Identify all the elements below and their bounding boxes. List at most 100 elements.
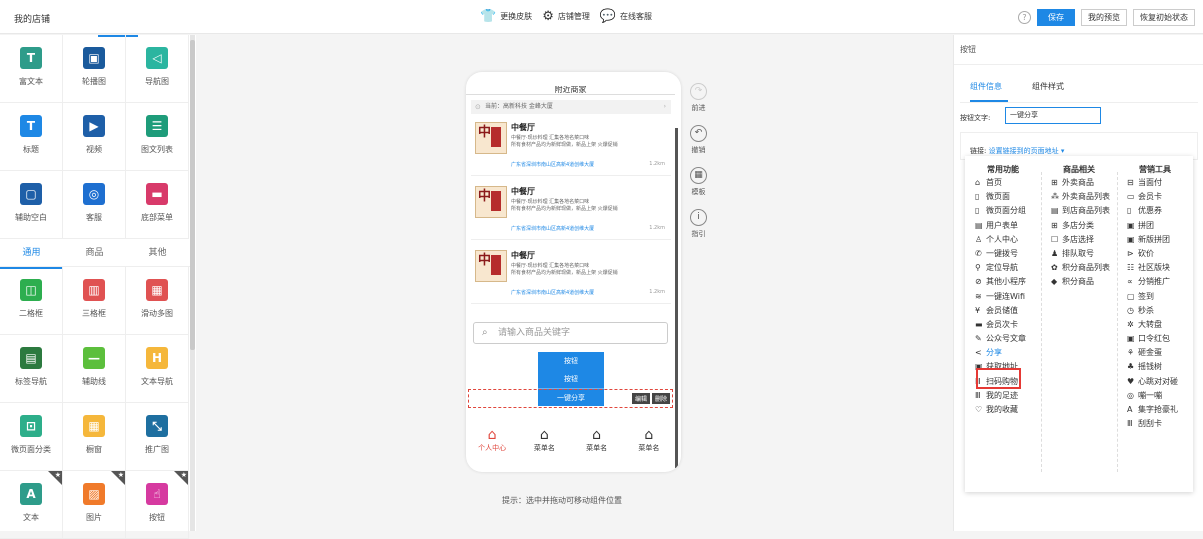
menu-item[interactable]: ♡ 我的收藏 (965, 404, 1041, 418)
component-tile-general-2[interactable]: ▦ 滑动多图 (126, 267, 189, 335)
online-service-button[interactable]: 💬 在线客服 (600, 9, 652, 24)
store-list-item[interactable]: 中 中餐厅 中餐厅·现炒料理 汇集各地名菜口味 所有食材产品均为新鲜现做，新品上架 火… (471, 244, 671, 304)
menu-item[interactable]: ▣ 新版拼团 (1117, 234, 1193, 248)
menu-item[interactable]: ▯ 微页面分组 (965, 205, 1041, 219)
menu-item[interactable]: ✲ 大转盘 (1117, 319, 1193, 333)
menu-item[interactable]: ∝ 分销推广 (1117, 276, 1193, 290)
menu-item[interactable]: ♣ 摇钱树 (1117, 361, 1193, 375)
menu-item[interactable]: ▤ 用户表单 (965, 220, 1041, 234)
menu-item[interactable]: ⌂ 首页 (965, 177, 1041, 191)
menu-item[interactable]: ⊞ 外卖商品 (1041, 177, 1117, 191)
phone-scrollbar[interactable] (675, 128, 678, 468)
menu-item[interactable]: ▢ 签到 (1117, 291, 1193, 305)
menu-item[interactable]: ▣ 口令红包 (1117, 333, 1193, 347)
phone-button-1[interactable]: 按钮 (538, 352, 604, 370)
edit-button[interactable]: 编辑 (631, 393, 650, 404)
menu-item[interactable]: ✆ 一键拨号 (965, 248, 1041, 262)
component-tile-basic-4[interactable]: ▶ 视频 (63, 103, 126, 171)
undo-button[interactable]: ↶ 撤销 (690, 125, 707, 155)
menu-item[interactable]: ♥ 心跳对对碰 (1117, 376, 1193, 390)
component-tile-general-3[interactable]: ▤ 标签导航 (0, 335, 63, 403)
menu-item[interactable]: Ⅲ 刮刮卡 (1117, 418, 1193, 432)
menu-item[interactable]: ⊘ 其他小程序 (965, 276, 1041, 290)
location-bar[interactable]: ⊙ 当前：高新科技 金峰大厦 › (471, 100, 671, 114)
component-tile-basic-1[interactable]: ▣ 轮播图 (63, 35, 126, 103)
component-tile-basic-0[interactable]: T 富文本 (0, 35, 63, 103)
reset-button[interactable]: 恢复初始状态 (1133, 9, 1195, 26)
phone-tab-1[interactable]: ⌂ 菜单名 (524, 427, 564, 457)
menu-item[interactable]: A 集字抢豪礼 (1117, 404, 1193, 418)
menu-item-label: 会员储值 (986, 305, 1018, 315)
phone-button-2[interactable]: 按钮 (538, 370, 604, 388)
component-tile-general-0[interactable]: ◫ 二格框 (0, 267, 63, 335)
component-tile-general-10[interactable]: ▨ 图片 ★ (63, 471, 126, 539)
delete-button[interactable]: 删除 (651, 393, 670, 404)
left-scrollbar[interactable] (190, 35, 195, 531)
template-button[interactable]: ▦ 模板 (690, 167, 707, 197)
menu-item[interactable]: Ⅲ 我的足迹 (965, 390, 1041, 404)
selected-component-outline[interactable]: 编辑 删除 (468, 389, 673, 408)
menu-item[interactable]: ◆ 积分商品 (1041, 276, 1117, 290)
menu-item[interactable]: ⁂ 外卖商品列表 (1041, 191, 1117, 205)
menu-item[interactable]: ⊳ 砍价 (1117, 248, 1193, 262)
menu-item[interactable]: < 分享 (965, 347, 1041, 361)
preview-button[interactable]: 我的预览 (1081, 9, 1127, 26)
save-button[interactable]: 保存 (1037, 9, 1075, 26)
component-tile-general-5[interactable]: H 文本导航 (126, 335, 189, 403)
tab-component-info[interactable]: 组件信息 (970, 81, 1008, 102)
menu-item[interactable]: ☐ 多店选择 (1041, 234, 1117, 248)
store-manage-button[interactable]: ⚙ 店铺管理 (542, 9, 590, 24)
component-tile-general-9[interactable]: A 文本 ★ (0, 471, 63, 539)
menu-item[interactable]: ▤ 到店商品列表 (1041, 205, 1117, 219)
redo-button[interactable]: ↷ 前进 (690, 83, 707, 113)
store-list-item[interactable]: 中 中餐厅 中餐厅·现炒料理 汇集各地名菜口味 所有食材产品均为新鲜现做，新品上架 火… (471, 180, 671, 240)
component-tile-basic-8[interactable]: ▬ 底部菜单 (126, 171, 189, 239)
link-select[interactable]: 设置链接到的页面地址 ▾ (989, 147, 1065, 155)
menu-item[interactable]: ⊟ 当面付 (1117, 177, 1193, 191)
component-tile-basic-7[interactable]: ◎ 客服 (63, 171, 126, 239)
component-tile-general-8[interactable]: ⤡ 推广图 (126, 403, 189, 471)
menu-item[interactable]: ⚘ 砸金蛋 (1117, 347, 1193, 361)
change-skin-button[interactable]: 👕 更换皮肤 (480, 9, 532, 24)
menu-item[interactable]: ▭ 会员卡 (1117, 191, 1193, 205)
menu-item[interactable]: ♙ 个人中心 (965, 234, 1041, 248)
menu-item[interactable]: ⊞ 多店分类 (1041, 220, 1117, 234)
menu-item[interactable]: ☷ 社区版块 (1117, 262, 1193, 276)
component-tile-general-7[interactable]: ▦ 橱窗 (63, 403, 126, 471)
link-field[interactable]: 链接: 设置链接到的页面地址 ▾ (970, 146, 1064, 156)
menu-item[interactable]: ≋ 一键连Wifi (965, 291, 1041, 305)
help-icon[interactable]: ? (1018, 11, 1031, 24)
component-tile-basic-6[interactable]: ▢ 辅助空白 (0, 171, 63, 239)
menu-item[interactable]: ✎ 公众号文章 (965, 333, 1041, 347)
phone-tab-3[interactable]: ⌂ 菜单名 (629, 427, 669, 457)
menu-item[interactable]: ▣ 拼团 (1117, 220, 1193, 234)
menu-item[interactable]: ♟ 排队取号 (1041, 248, 1117, 262)
component-tile-basic-3[interactable]: T 标题 (0, 103, 63, 171)
tab-component-0[interactable]: 通用 (0, 239, 63, 269)
left-scroll-thumb[interactable] (190, 40, 195, 350)
search-input[interactable]: ⌕ 请输入商品关键字 (473, 322, 668, 344)
menu-column-1: 商品相关 ⊞ 外卖商品 ⁂ 外卖商品列表 ▤ 到店商品列表 ⊞ 多店分类 ☐ 多店选择 ♟ 排队取号 ✿ 积… (1041, 164, 1117, 291)
menu-item[interactable]: ¥ 会员储值 (965, 305, 1041, 319)
button-text-input[interactable]: 一键分享 (1005, 107, 1101, 124)
component-tile-general-11[interactable]: ☝ 按钮 ★ (126, 471, 189, 539)
menu-item[interactable]: ▬ 会员次卡 (965, 319, 1041, 333)
menu-item[interactable]: ◷ 秒杀 (1117, 305, 1193, 319)
menu-item[interactable]: ▯ 微页面 (965, 191, 1041, 205)
tab-component-1[interactable]: 商品 (63, 239, 126, 269)
component-tile-general-1[interactable]: ▥ 三格框 (63, 267, 126, 335)
component-tile-general-6[interactable]: ⊡ 微页面分类 (0, 403, 63, 471)
menu-item[interactable]: ✿ 积分商品列表 (1041, 262, 1117, 276)
menu-item[interactable]: ⚲ 定位导航 (965, 262, 1041, 276)
component-tile-general-4[interactable]: — 辅助线 (63, 335, 126, 403)
phone-tab-0[interactable]: ⌂ 个人中心 (472, 427, 512, 457)
component-tile-basic-2[interactable]: ◁ 导航图 (126, 35, 189, 103)
guide-button[interactable]: i 指引 (690, 209, 707, 239)
phone-tab-2[interactable]: ⌂ 菜单名 (577, 427, 617, 457)
tab-component-2[interactable]: 其他 (126, 239, 189, 269)
menu-item[interactable]: ◎ 嘣一嘣 (1117, 390, 1193, 404)
tab-component-style[interactable]: 组件样式 (1032, 81, 1064, 102)
component-tile-basic-5[interactable]: ☰ 图文列表 (126, 103, 189, 171)
menu-item[interactable]: ▯ 优惠券 (1117, 205, 1193, 219)
store-list-item[interactable]: 中 中餐厅 中餐厅·现炒料理 汇集各地名菜口味 所有食材产品均为新鲜现做，新品上架 火… (471, 116, 671, 176)
